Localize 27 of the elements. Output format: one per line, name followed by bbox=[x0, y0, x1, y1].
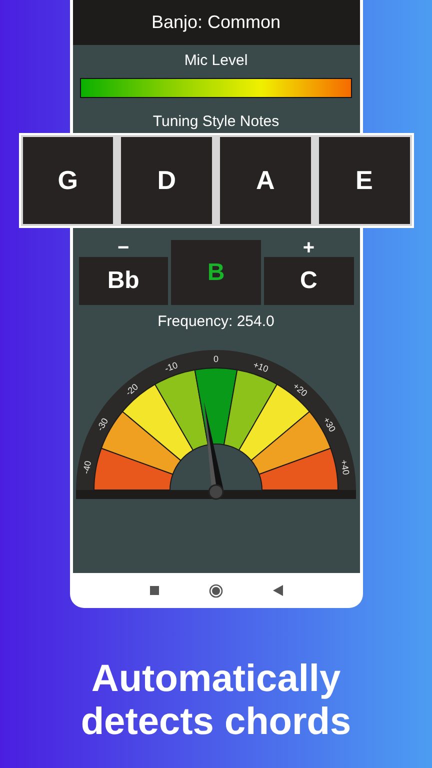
gauge-tick-label: 0 bbox=[214, 354, 218, 364]
gauge-tick-label: -10 bbox=[163, 360, 180, 374]
nearby-note: Bb bbox=[78, 257, 168, 305]
tuning-note[interactable]: D bbox=[121, 137, 212, 224]
tuning-note[interactable]: G bbox=[22, 137, 114, 224]
nearby-note: C bbox=[264, 257, 354, 305]
gauge-tick-label: -40 bbox=[80, 460, 94, 475]
gauge-tick-label: +10 bbox=[252, 360, 270, 374]
recent-apps-button[interactable] bbox=[150, 586, 158, 595]
caption-line: Automatically bbox=[91, 658, 341, 701]
home-button[interactable] bbox=[208, 584, 222, 598]
gauge-tick-label: +20 bbox=[291, 380, 310, 398]
tuning-style-label: Tuning Style Notes bbox=[152, 113, 280, 130]
gauge-tick-label: +40 bbox=[338, 458, 352, 476]
tuning-note[interactable]: A bbox=[220, 137, 311, 224]
frequency-text: Frequency: 254.0 bbox=[158, 313, 274, 330]
mic-level-label: Mic Level bbox=[184, 52, 248, 69]
note-sign: + bbox=[302, 240, 315, 257]
gauge-tick-label: -30 bbox=[94, 416, 110, 433]
title-text: Banjo: Common bbox=[151, 11, 281, 34]
caption-line: detects chords bbox=[80, 701, 352, 744]
gauge-tick-label: -20 bbox=[124, 382, 140, 398]
tuning-note[interactable]: E bbox=[318, 137, 410, 224]
back-button[interactable] bbox=[272, 585, 282, 596]
gauge-tick-label: +30 bbox=[321, 415, 338, 434]
nearby-note: B bbox=[171, 240, 261, 305]
note-sign: − bbox=[117, 240, 130, 257]
